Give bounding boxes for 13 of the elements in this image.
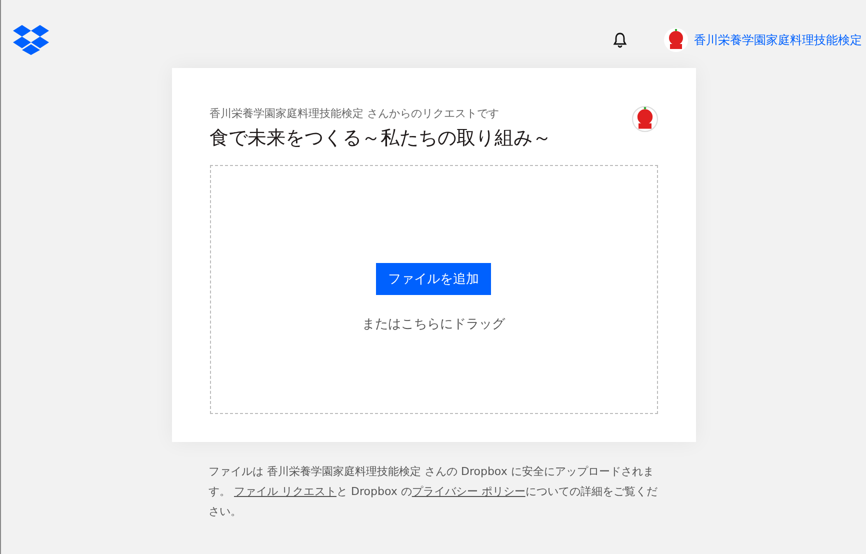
dropbox-logo-icon[interactable] bbox=[13, 25, 49, 55]
avatar-icon[interactable] bbox=[664, 28, 688, 52]
footer-link[interactable]: プライバシー ポリシー bbox=[412, 485, 526, 498]
request-title: 食で未来をつくる～私たちの取り組み～ bbox=[210, 126, 552, 151]
avatar-icon bbox=[632, 106, 658, 132]
request-from-text: 香川栄養学園家庭料理技能検定 さんからのリクエストです bbox=[210, 106, 500, 121]
account-name[interactable]: 香川栄養学園家庭料理技能検定 bbox=[694, 32, 862, 48]
drag-hint: またはこちらにドラッグ bbox=[362, 316, 505, 332]
drop-zone[interactable]: ファイルを追加 またはこちらにドラッグ bbox=[210, 165, 658, 414]
footer-text: ファイルは 香川栄養学園家庭料理技能検定 さんの Dropbox に安全にアップロードされます。 ファイル リクエスト と Dropbox のプライバシー ポリシーについての詳細をご覧ください。 bbox=[208, 464, 658, 520]
add-files-button[interactable]: ファイルを追加 bbox=[376, 262, 491, 294]
bell-icon[interactable] bbox=[612, 32, 628, 48]
footer-link[interactable]: ファイル リクエスト bbox=[234, 485, 336, 498]
